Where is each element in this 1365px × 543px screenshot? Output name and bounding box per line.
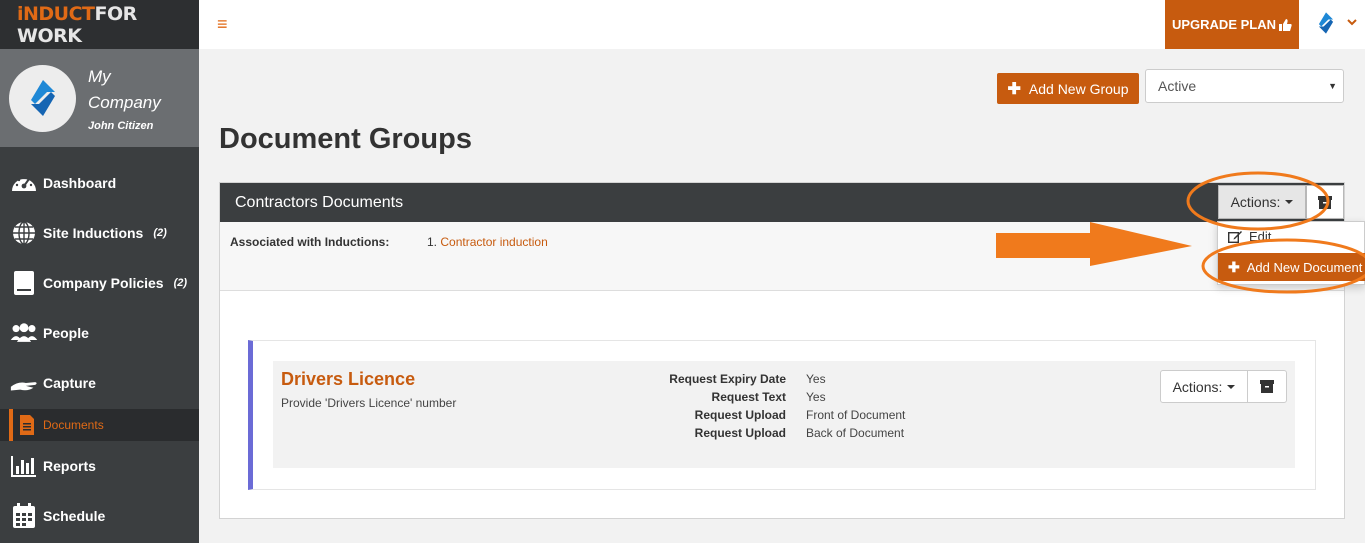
actions-label: Actions:: [1172, 378, 1223, 395]
brand-bar: iNDUCTFOR WORK: [0, 0, 199, 49]
nav-schedule[interactable]: Schedule: [0, 500, 199, 532]
property-key: Request Upload: [694, 408, 786, 422]
document-icon: [19, 414, 35, 436]
archive-icon: [1318, 195, 1332, 209]
profile-text: My Company John Citizen: [88, 64, 178, 132]
active-indicator: [9, 409, 13, 441]
property-row: Request Upload Front of Document: [653, 406, 906, 424]
document-title[interactable]: Drivers Licence: [281, 369, 415, 390]
bar-chart-icon: [9, 453, 39, 479]
caret-down-icon: [1227, 384, 1236, 389]
document-properties: Request Expiry Date Yes Request Text Yes R…: [653, 370, 905, 442]
nav-sub-label: Documents: [43, 418, 104, 432]
calendar-icon: [9, 503, 39, 529]
plus-icon: ✚: [1228, 258, 1240, 275]
company-logo-icon: [30, 80, 55, 116]
brand-logo[interactable]: iNDUCTFOR WORK: [17, 3, 199, 47]
account-menu[interactable]: [1313, 10, 1357, 36]
edit-icon: [1228, 231, 1242, 243]
chevron-down-icon: [1347, 17, 1357, 29]
assoc-item: 1. Contractor induction: [427, 235, 548, 249]
globe-icon: [9, 220, 39, 246]
property-key: Request Upload: [694, 426, 786, 440]
select-arrow-icon: ▼: [1328, 81, 1337, 91]
profile-panel: My Company John Citizen: [0, 49, 199, 147]
nav-label: Company Policies: [43, 275, 164, 291]
top-bar: ≡ UPGRADE PLAN: [199, 0, 1365, 49]
assoc-label: Associated with Inductions:: [230, 235, 390, 249]
caret-down-icon: [1285, 200, 1294, 204]
nav-site-inductions[interactable]: Site Inductions (2): [0, 217, 199, 249]
property-value: Back of Document: [806, 426, 905, 440]
upgrade-label: UPGRADE PLAN: [1171, 17, 1276, 32]
group-title: Contractors Documents: [235, 194, 404, 211]
add-group-label: Add New Group: [1028, 80, 1129, 97]
people-icon: [9, 320, 39, 346]
hand-icon: [9, 370, 39, 396]
nav-label: Reports: [43, 458, 96, 474]
property-key: Request Text: [711, 390, 786, 404]
document-actions-button[interactable]: Actions:: [1160, 370, 1248, 403]
company-avatar[interactable]: [9, 64, 76, 132]
document-card: Drivers Licence Provide 'Drivers Licence…: [248, 340, 1316, 490]
company-logo-icon: [1318, 12, 1334, 34]
nav-dashboard[interactable]: Dashboard: [0, 167, 199, 199]
property-row: Request Text Yes: [653, 388, 905, 406]
property-row: Request Upload Back of Document: [653, 424, 905, 442]
nav-documents[interactable]: Documents: [0, 409, 199, 441]
group-archive-button[interactable]: [1306, 185, 1344, 219]
property-row: Request Expiry Date Yes: [653, 370, 905, 388]
actions-label: Actions:: [1230, 194, 1281, 210]
nav-capture[interactable]: Capture: [0, 367, 199, 399]
dashboard-icon: [9, 170, 39, 196]
document-description: Provide 'Drivers Licence' number: [281, 396, 457, 410]
actions-dropdown-menu: Edit ✚ Add New Document: [1217, 221, 1365, 285]
add-new-group-button[interactable]: ✚ Add New Group: [997, 73, 1139, 104]
property-value: Yes: [806, 390, 826, 404]
nav-reports[interactable]: Reports: [0, 450, 199, 482]
nav-label: Capture: [43, 375, 96, 391]
property-value: Front of Document: [806, 408, 906, 422]
status-filter-select[interactable]: Active ▼: [1145, 69, 1344, 103]
document-group-panel: Contractors Documents Actions: Associate…: [219, 182, 1345, 519]
book-icon: [9, 270, 39, 296]
group-actions-button[interactable]: Actions:: [1218, 185, 1306, 219]
nav-people[interactable]: People: [0, 317, 199, 349]
thumbs-up-icon: [1279, 18, 1292, 31]
property-value: Yes: [806, 372, 826, 386]
associated-inductions: Associated with Inductions: 1. Contracto…: [220, 222, 1344, 291]
menu-item-edit[interactable]: Edit: [1228, 229, 1271, 244]
group-header: Contractors Documents Actions:: [220, 183, 1344, 222]
nav-label: Dashboard: [43, 175, 117, 191]
upgrade-plan-button[interactable]: UPGRADE PLAN: [1165, 0, 1299, 49]
brand-part1: iNDUCT: [17, 2, 95, 25]
nav-company-policies[interactable]: Company Policies (2): [0, 267, 199, 299]
nav-count: (2): [173, 277, 188, 289]
nav-count: (2): [153, 227, 167, 239]
status-value: Active: [1158, 78, 1197, 94]
page-title: Document Groups: [219, 123, 472, 155]
menu-item-label: Edit: [1249, 229, 1272, 244]
contractor-induction-link[interactable]: Contractor induction: [440, 235, 547, 249]
assoc-number: 1.: [427, 235, 438, 249]
nav-label: Site Inductions: [43, 225, 144, 241]
nav-label: Schedule: [43, 508, 106, 524]
company-name: My Company: [88, 67, 161, 112]
document-card-body: Drivers Licence Provide 'Drivers Licence…: [273, 361, 1295, 468]
menu-item-add-new-document[interactable]: ✚ Add New Document: [1218, 253, 1365, 281]
document-archive-button[interactable]: [1247, 370, 1287, 403]
menu-toggle-icon[interactable]: ≡: [217, 14, 228, 35]
sidebar: iNDUCTFOR WORK My Company John Citizen D…: [0, 0, 199, 543]
archive-icon: [1260, 380, 1274, 393]
menu-item-label: Add New Document: [1246, 259, 1363, 275]
property-key: Request Expiry Date: [669, 372, 786, 386]
plus-icon: ✚: [1007, 80, 1021, 98]
user-name: John Citizen: [88, 120, 154, 132]
nav-label: People: [43, 325, 89, 341]
